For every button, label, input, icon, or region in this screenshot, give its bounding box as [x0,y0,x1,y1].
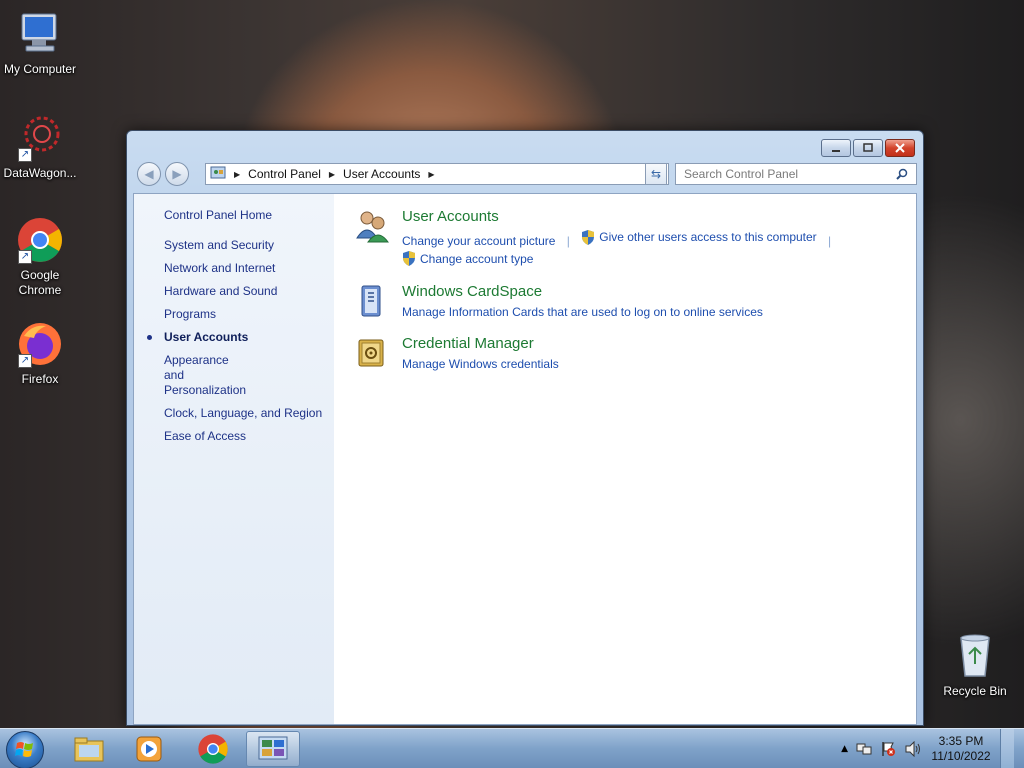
maximize-icon [863,143,873,152]
window-controls [821,139,915,157]
breadcrumb-user-accounts[interactable]: User Accounts [343,167,420,181]
clock[interactable]: 3:35 PM 11/10/2022 [930,734,992,764]
content-area: Control Panel Home System and Security N… [133,193,917,725]
breadcrumb-separator-icon: ▶ [328,169,336,179]
link-separator: | [828,233,832,248]
windows-logo-icon [15,742,33,757]
forward-arrow-icon: ▶ [172,167,182,181]
desktop-icon-label: DataWagon... [3,166,77,180]
link-manage-information-cards[interactable]: Manage Information Cards that are used t… [402,303,763,321]
user-accounts-icon [354,208,394,248]
nav-user-accounts[interactable]: User Accounts [134,330,334,345]
explorer-icon [74,737,104,762]
desktop-icon-recycle-bin[interactable]: Recycle Bin [935,632,1015,698]
volume-icon[interactable] [904,741,922,757]
datawagon-icon: ↗ [16,114,64,162]
task-title-credential-manager[interactable]: Credential Manager [402,335,559,352]
forward-button[interactable]: ▶ [165,162,189,186]
breadcrumb-separator-icon: ▶ [428,169,435,179]
uac-shield-icon [582,229,595,245]
link-change-account-picture[interactable]: Change your account picture [402,232,555,250]
nav-ease-of-access[interactable]: Ease of Access [134,429,334,444]
task-credential-manager: Credential Manager Manage Windows creden… [354,335,896,375]
media-player-icon [136,736,162,762]
task-pane: User Accounts Change your account pictur… [334,194,916,724]
chrome-icon [198,734,228,764]
firefox-icon: ↗ [16,320,64,368]
left-navigation-pane: Control Panel Home System and Security N… [134,194,334,724]
clock-time: 3:35 PM [938,734,984,748]
nav-hardware-and-sound[interactable]: Hardware and Sound [134,284,334,299]
link-manage-windows-credentials[interactable]: Manage Windows credentials [402,355,559,373]
desktop-icon-label: Google Chrome [18,268,62,297]
desktop-icon-label: Recycle Bin [943,684,1007,698]
task-title-user-accounts[interactable]: User Accounts [402,208,839,225]
taskbar-chrome[interactable] [186,731,240,767]
back-arrow-icon: ◀ [144,167,154,181]
desktop-icon-datawagon[interactable]: ↗ DataWagon... [0,114,80,180]
taskbar-media-player[interactable] [122,731,176,767]
desktop-icon-firefox[interactable]: ↗ Firefox [0,320,80,386]
nav-programs[interactable]: Programs [134,307,334,322]
nav-system-and-security[interactable]: System and Security [134,238,334,253]
shortcut-arrow-icon: ↗ [18,354,32,368]
link-give-access-container[interactable]: Give other users access to this computer [581,228,817,246]
shortcut-arrow-icon: ↗ [18,148,32,162]
network-icon[interactable] [856,741,872,757]
clock-date: 11/10/2022 [931,749,991,763]
link-change-account-type-container[interactable]: Change account type [402,250,533,268]
close-button[interactable] [885,139,915,157]
desktop-icon-my-computer[interactable]: My Computer [0,10,80,76]
desktop-icon-chrome[interactable]: ↗ Google Chrome [0,216,80,298]
control-panel-home-link[interactable]: Control Panel Home [134,208,334,222]
taskbar: ▲ 3:35 PM 11/10/2022 [0,728,1024,768]
maximize-button[interactable] [853,139,883,157]
taskbar-explorer[interactable] [62,731,116,767]
search-placeholder: Search Control Panel [684,167,799,181]
minimize-button[interactable] [821,139,851,157]
search-icon [896,168,908,180]
back-button[interactable]: ◀ [137,162,161,186]
desktop-icon-label: My Computer [3,62,77,76]
recycle-bin-icon [951,632,999,680]
action-center-flag-icon[interactable] [880,741,896,757]
control-panel-icon [258,736,288,760]
show-desktop-button[interactable] [1000,729,1014,768]
desktop-icon-label: Firefox [21,372,59,386]
computer-icon [16,10,64,58]
control-panel-small-icon [210,165,226,184]
task-windows-cardspace: Windows CardSpace Manage Information Car… [354,283,896,323]
task-user-accounts: User Accounts Change your account pictur… [354,208,896,271]
breadcrumb-separator-icon: ▶ [234,169,241,179]
system-tray: ▲ 3:35 PM 11/10/2022 [841,729,1014,768]
navigation-bar: ◀ ▶ ▶ Control Panel ▶ User Accounts ▶ ▼ … [135,161,917,187]
taskbar-control-panel[interactable] [246,731,300,767]
credential-manager-icon [354,335,394,375]
nav-clock-language-region[interactable]: Clock, Language, and Region [134,406,334,421]
task-title-windows-cardspace[interactable]: Windows CardSpace [402,283,763,300]
link-change-account-type[interactable]: Change account type [420,250,533,268]
nav-network-and-internet[interactable]: Network and Internet [134,261,334,276]
show-hidden-icons-icon[interactable]: ▲ [841,744,848,754]
control-panel-window: ◀ ▶ ▶ Control Panel ▶ User Accounts ▶ ▼ … [126,130,924,726]
refresh-icon: ⇆ [650,167,662,181]
start-button[interactable] [6,731,44,768]
link-give-other-users-access[interactable]: Give other users access to this computer [599,228,816,246]
minimize-icon [832,150,840,152]
address-bar[interactable]: ▶ Control Panel ▶ User Accounts ▶ ▼ [205,163,669,185]
refresh-button[interactable]: ⇆ [645,163,667,185]
search-input[interactable]: Search Control Panel [675,163,917,185]
close-icon [895,143,905,153]
breadcrumb-control-panel[interactable]: Control Panel [248,167,321,181]
nav-appearance-and-personalization[interactable]: Appearance and Personalization [134,353,246,398]
uac-shield-icon [403,251,415,266]
shortcut-arrow-icon: ↗ [18,250,32,264]
chrome-icon: ↗ [16,216,64,264]
link-separator: | [566,233,570,248]
cardspace-icon [354,283,394,323]
